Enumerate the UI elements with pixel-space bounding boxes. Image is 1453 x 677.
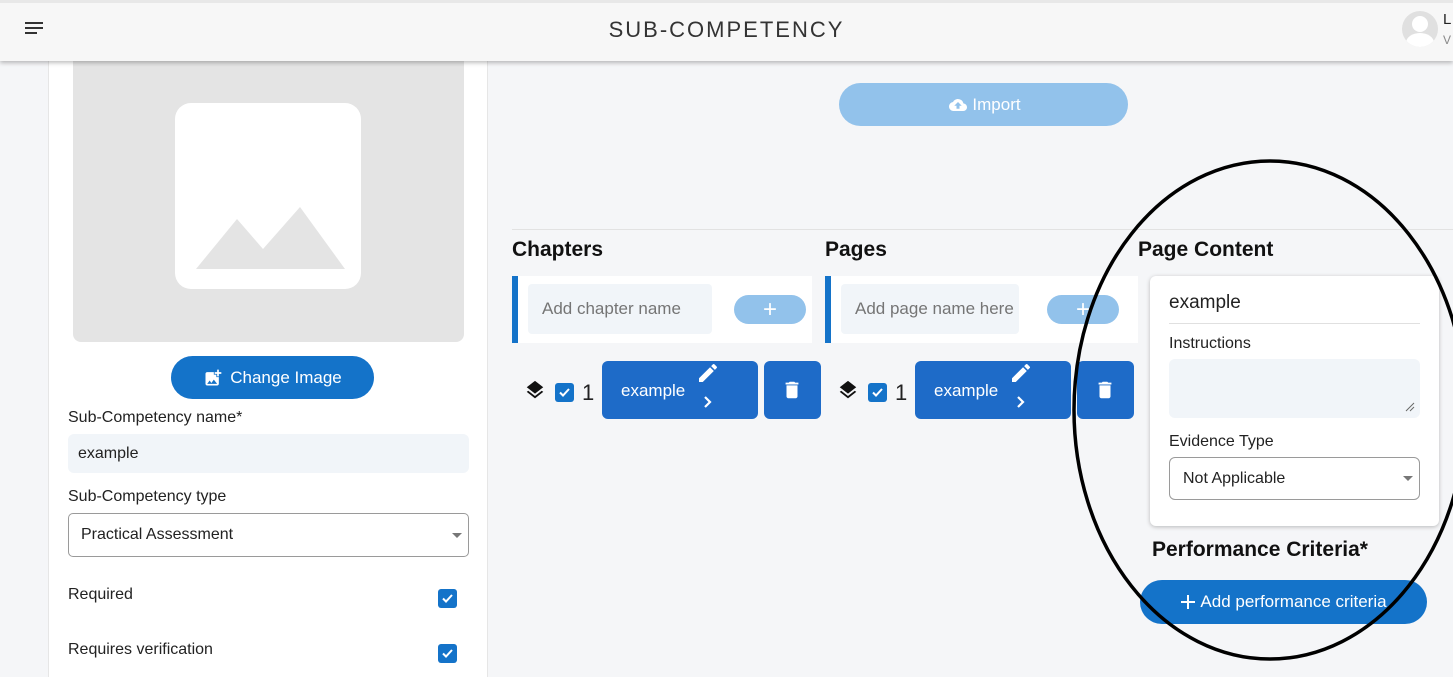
page-title: SUB-COMPETENCY <box>608 17 845 42</box>
required-label: Required <box>68 586 133 603</box>
image-preview <box>73 61 464 342</box>
plus-icon <box>1181 595 1196 609</box>
name-label: Sub-Competency name* <box>68 409 243 426</box>
chapter-number: 1 <box>582 380 595 405</box>
section-divider <box>512 229 1453 230</box>
add-chapter-row: + <box>512 276 812 343</box>
type-label: Sub-Competency type <box>68 488 227 505</box>
pages-heading: Pages <box>825 238 887 261</box>
requires-verification-checkbox[interactable] <box>438 644 457 663</box>
trash-icon <box>785 381 799 399</box>
user-name[interactable]: L <box>1443 11 1451 28</box>
user-avatar[interactable] <box>1402 11 1438 47</box>
chapters-heading: Chapters <box>512 238 604 261</box>
import-label: Import <box>972 94 1021 114</box>
change-image-button[interactable]: Change Image <box>171 356 374 399</box>
page-item: 1 example <box>837 361 1137 419</box>
chapter-select-button[interactable]: example <box>602 361 758 419</box>
delete-page-button[interactable] <box>1077 361 1134 419</box>
performance-criteria-heading: Performance Criteria* <box>1152 538 1368 561</box>
page-number: 1 <box>895 380 908 405</box>
chevron-down-icon <box>1403 476 1413 481</box>
trash-icon <box>1098 381 1112 399</box>
add-photo-icon <box>205 369 222 385</box>
evidence-type-select[interactable]: Not Applicable <box>1169 457 1420 500</box>
evidence-type-label: Evidence Type <box>1169 433 1274 450</box>
change-image-label: Change Image <box>230 367 342 387</box>
add-performance-criteria-label: Add performance criteria <box>1200 592 1387 611</box>
page-content-heading: Page Content <box>1138 238 1274 261</box>
chevron-down-icon <box>452 533 462 538</box>
add-page-input[interactable] <box>841 284 1019 334</box>
layers-icon[interactable] <box>837 379 859 401</box>
type-selected-value: Practical Assessment <box>81 526 234 543</box>
add-chapter-input[interactable] <box>528 284 712 334</box>
add-page-button[interactable]: + <box>1047 295 1119 324</box>
image-placeholder-icon <box>175 103 361 289</box>
delete-chapter-button[interactable] <box>764 361 821 419</box>
edit-icon[interactable] <box>1009 361 1033 385</box>
page-label: example <box>934 381 999 400</box>
page-title-field[interactable]: example <box>1169 292 1241 314</box>
import-button[interactable]: Import <box>839 83 1128 126</box>
instructions-label: Instructions <box>1169 335 1251 352</box>
page-content-card: example Instructions Evidence Type Not A… <box>1150 276 1439 526</box>
add-performance-criteria-button[interactable]: Add performance criteria <box>1140 580 1427 624</box>
page-select-button[interactable]: example <box>915 361 1071 419</box>
sub-competency-details-panel: Change Image Sub-Competency name* Sub-Co… <box>48 61 488 677</box>
instructions-textarea[interactable] <box>1169 359 1420 418</box>
chapter-checkbox[interactable] <box>555 383 574 402</box>
cloud-upload-icon <box>949 98 968 111</box>
chevron-right-icon <box>704 396 712 408</box>
chevron-right-icon <box>1017 396 1025 408</box>
chapter-item: 1 example <box>524 361 824 419</box>
evidence-selected-value: Not Applicable <box>1183 469 1286 487</box>
chapter-label: example <box>621 381 686 400</box>
top-app-bar: SUB-COMPETENCY L V <box>0 0 1453 61</box>
edit-icon[interactable] <box>696 361 720 385</box>
title-underline <box>1169 323 1420 324</box>
sub-competency-type-select[interactable]: Practical Assessment <box>68 513 469 557</box>
resize-grip-icon[interactable] <box>1405 402 1415 412</box>
required-checkbox[interactable] <box>438 589 457 608</box>
add-page-row: + <box>825 276 1138 343</box>
add-chapter-button[interactable]: + <box>734 295 806 324</box>
user-role: V <box>1443 33 1452 47</box>
layers-icon[interactable] <box>524 379 546 401</box>
sub-competency-name-input[interactable] <box>68 434 469 473</box>
page-checkbox[interactable] <box>868 383 887 402</box>
requires-verification-label: Requires verification <box>68 641 213 658</box>
